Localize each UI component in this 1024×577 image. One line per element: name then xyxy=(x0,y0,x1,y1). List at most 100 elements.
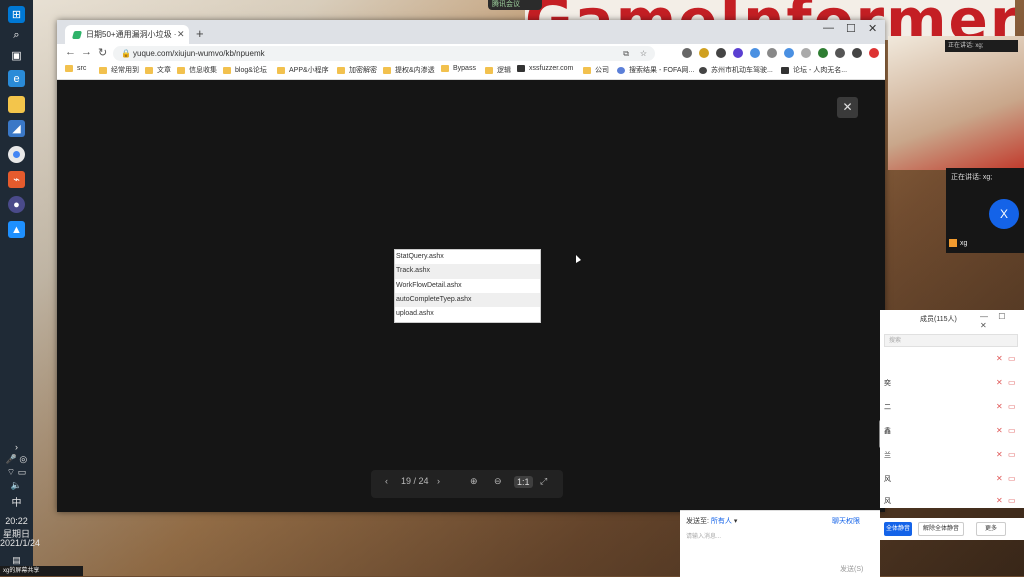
task-view-icon[interactable]: ▣ xyxy=(8,47,25,64)
unmute-all-button[interactable]: 解除全体静音 xyxy=(918,522,964,536)
next-page-button[interactable]: › xyxy=(437,476,440,486)
more-button[interactable]: 更多 xyxy=(976,522,1006,536)
network-icon[interactable]: ⌔ ▭ xyxy=(0,467,33,478)
list-item: upload.ashx xyxy=(396,310,434,318)
new-tab-button[interactable]: + xyxy=(196,26,204,41)
panel-window-controls[interactable]: — ☐ ✕ xyxy=(980,312,1024,330)
extension-icon[interactable] xyxy=(818,48,828,58)
mic-muted-icon[interactable]: ✕ xyxy=(996,402,1003,411)
bookmark-item[interactable]: 搜索结果 - FOFA网... xyxy=(617,65,694,75)
zoom-in-button[interactable]: ⊕ xyxy=(470,476,478,487)
extension-icon[interactable] xyxy=(716,48,726,58)
camera-off-icon[interactable]: ▭ xyxy=(1008,450,1016,459)
burp-icon[interactable]: ⌁ xyxy=(8,171,25,188)
extension-icon[interactable] xyxy=(784,48,794,58)
chat-send-button[interactable]: 发送(S) xyxy=(840,564,863,574)
zoom-out-button[interactable]: ⊖ xyxy=(494,476,502,487)
mic-muted-icon[interactable]: ✕ xyxy=(996,496,1003,505)
bookmark-item[interactable]: 提权&内渗透 xyxy=(383,65,435,75)
forward-button[interactable]: → xyxy=(81,46,92,58)
bookmark-item[interactable]: 论坛 - 人肉无名... xyxy=(781,65,847,75)
bookmark-item[interactable]: APP&小程序 xyxy=(277,65,329,75)
mute-all-button[interactable]: 全体静音 xyxy=(884,522,912,536)
meeting-app-icon[interactable]: ▲ xyxy=(8,221,25,238)
chat-permission-button[interactable]: 聊天权限 xyxy=(832,516,860,526)
camera-off-icon[interactable]: ▭ xyxy=(1008,378,1016,387)
close-tab-icon[interactable]: ✕ xyxy=(177,29,189,40)
bookmark-item[interactable]: 加密解密 xyxy=(337,65,377,75)
list-item[interactable]: 二 ✕ ▭ xyxy=(884,402,1020,414)
extension-icon[interactable] xyxy=(767,48,777,58)
profile-icon[interactable] xyxy=(852,48,862,58)
fullscreen-button[interactable]: ⤢ xyxy=(540,476,547,487)
bookmark-item[interactable]: Bypass xyxy=(441,65,476,72)
chrome-icon[interactable] xyxy=(8,146,25,163)
mic-muted-icon[interactable]: ✕ xyxy=(996,474,1003,483)
tab-active[interactable]: 日期50+通用漏洞小垃圾 · 语雀 ✕ xyxy=(65,25,189,44)
meeting-indicator[interactable]: 腾讯会议 xyxy=(488,0,542,10)
bookmark-item[interactable]: 经常用到 xyxy=(99,65,139,75)
members-panel: 成员(115人) — ☐ ✕ 搜索 ✕ ▭ 奕 ✕ ▭ 二 ✕ ▭ 鑫 ✕ ▭ 兰 ✕ ▭ 风 ✕ ▭… xyxy=(880,310,1024,508)
screen-share-status[interactable]: xg的屏幕共享 xyxy=(0,566,83,576)
bookmark-item[interactable]: 逻辑 xyxy=(485,65,511,75)
camera-off-icon[interactable]: ▭ xyxy=(1008,426,1016,435)
mic-muted-icon[interactable]: ✕ xyxy=(996,354,1003,363)
chat-input[interactable]: 请输入消息... xyxy=(686,531,721,540)
list-item[interactable]: 风 ✕ ▭ xyxy=(884,496,1020,508)
back-button[interactable]: ← xyxy=(65,46,76,58)
close-window-button[interactable]: ✕ xyxy=(868,22,877,35)
extension-icon[interactable] xyxy=(801,48,811,58)
chat-recipient-select[interactable]: 发送至: 所有人 ▾ xyxy=(686,516,737,526)
bookmark-item[interactable]: 公司 xyxy=(583,65,609,75)
list-item[interactable]: 风 ✕ ▭ xyxy=(884,474,1020,486)
camera-off-icon[interactable]: ▭ xyxy=(1008,354,1016,363)
list-item[interactable]: 兰 ✕ ▭ xyxy=(884,450,1020,462)
open-external-icon[interactable]: ⧉ xyxy=(623,46,629,61)
ime-indicator[interactable]: 中 xyxy=(0,494,33,509)
volume-icon[interactable]: 🔈 xyxy=(0,480,33,491)
clock-date: 2021/1/24 xyxy=(0,538,41,548)
list-item[interactable]: 奕 ✕ ▭ xyxy=(884,378,1020,390)
notification-icon[interactable]: ▤ xyxy=(0,555,33,566)
bookmark-item[interactable]: 苏州市机动车驾驶... xyxy=(699,65,773,75)
maximize-button[interactable]: ☐ xyxy=(846,22,856,35)
bookmark-item[interactable]: 文章 xyxy=(145,65,171,75)
file-explorer-icon[interactable] xyxy=(8,96,25,113)
reload-button[interactable]: ↻ xyxy=(98,46,107,59)
list-item[interactable]: ✕ ▭ xyxy=(884,354,1020,366)
viewer-close-button[interactable]: ✕ xyxy=(837,97,858,118)
star-icon[interactable]: ☆ xyxy=(640,46,647,61)
warning-icon[interactable] xyxy=(699,48,709,58)
app2-icon[interactable]: ● xyxy=(8,196,25,213)
menu-icon[interactable] xyxy=(869,48,879,58)
video-panel: 正在讲话: xg; X xg xyxy=(946,168,1024,253)
prev-page-button[interactable]: ‹ xyxy=(385,476,388,486)
tray-expand-icon[interactable]: › xyxy=(0,442,33,452)
extension-icon[interactable] xyxy=(682,48,692,58)
list-item: WorkFlowDetail.ashx xyxy=(396,281,462,289)
camera-off-icon[interactable]: ▭ xyxy=(1008,474,1016,483)
mic-muted-icon[interactable]: ✕ xyxy=(996,426,1003,435)
mic-muted-icon[interactable]: ✕ xyxy=(996,450,1003,459)
tray-icons[interactable]: 🎤 ◎ xyxy=(0,454,33,465)
minimize-button[interactable]: — xyxy=(823,22,834,34)
clock-time[interactable]: 20:22 xyxy=(0,516,33,526)
member-search-input[interactable]: 搜索 xyxy=(884,334,1018,347)
list-item[interactable]: 鑫 ✕ ▭ xyxy=(884,426,1020,438)
extension-icon[interactable] xyxy=(750,48,760,58)
app-icon[interactable]: ◢ xyxy=(8,120,25,137)
camera-off-icon[interactable]: ▭ xyxy=(1008,402,1016,411)
puzzle-icon[interactable] xyxy=(835,48,845,58)
address-bar[interactable]: 🔒 yuque.com/xiujun-wumvo/kb/npuemk ⧉ ☆ xyxy=(113,46,655,61)
bookmark-item[interactable]: 信息收集 xyxy=(177,65,217,75)
extension-icon[interactable] xyxy=(733,48,743,58)
bookmark-item[interactable]: xssfuzzer.com xyxy=(517,65,573,72)
search-icon[interactable]: ⌕ xyxy=(8,27,25,44)
actual-size-button[interactable]: 1:1 xyxy=(514,476,533,488)
camera-off-icon[interactable]: ▭ xyxy=(1008,496,1016,505)
bookmark-item[interactable]: src xyxy=(65,65,86,72)
mic-muted-icon[interactable]: ✕ xyxy=(996,378,1003,387)
edge-icon[interactable]: e xyxy=(8,70,25,87)
bookmark-item[interactable]: blog&论坛 xyxy=(223,65,267,75)
start-icon[interactable]: ⊞ xyxy=(8,6,25,23)
